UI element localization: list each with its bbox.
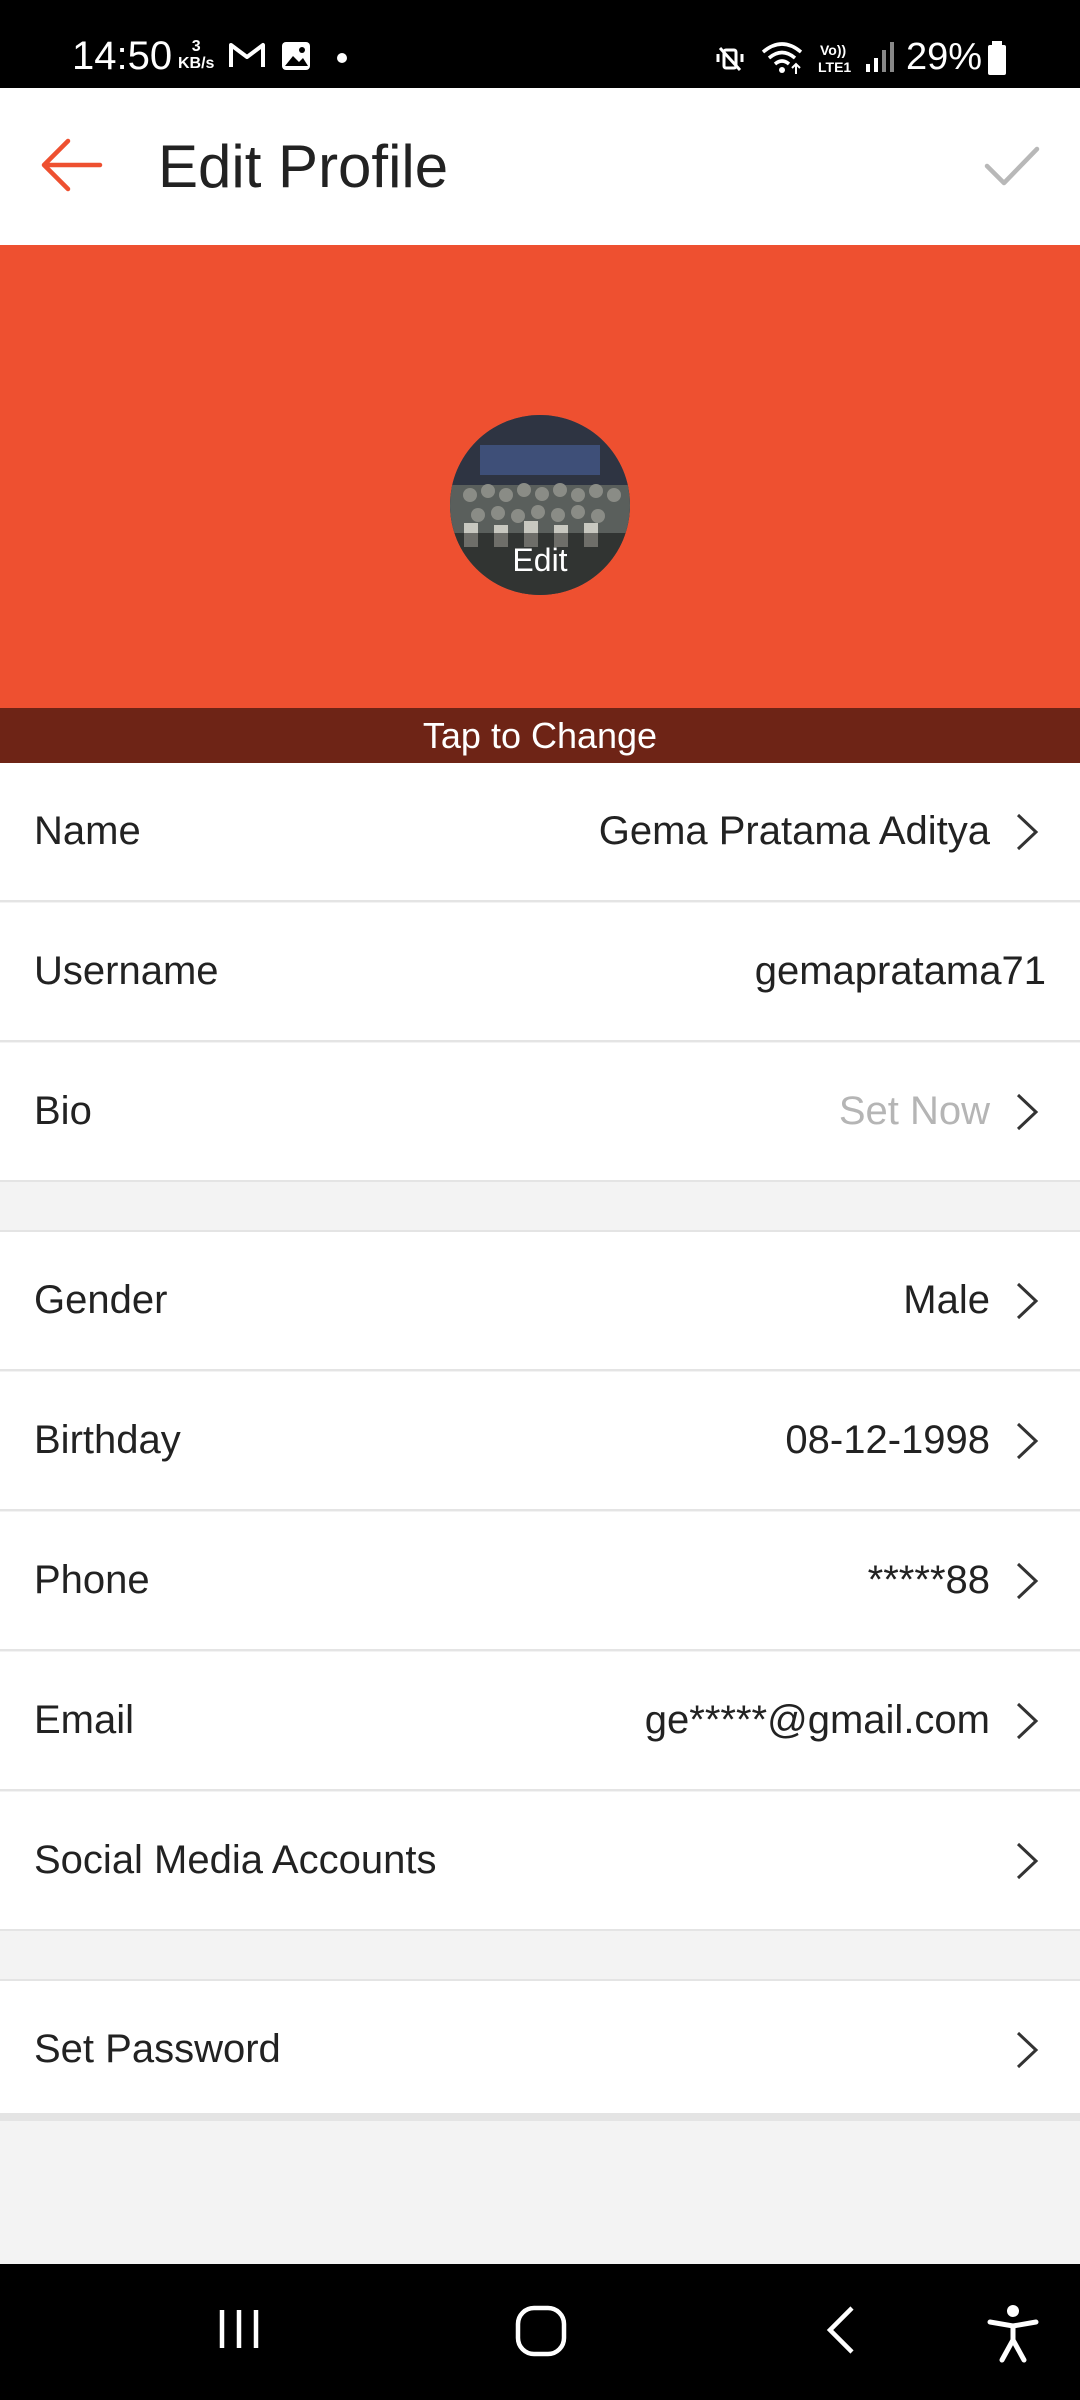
- section-divider: [0, 1931, 1080, 1981]
- status-time: 14:50: [72, 34, 173, 78]
- chevron-right-icon: [1016, 1422, 1039, 1460]
- row-value: ge*****@gmail.com: [644, 1698, 990, 1742]
- svg-text:LTE1: LTE1: [818, 59, 851, 75]
- row-label: Username: [34, 949, 219, 993]
- system-nav-bar: [0, 2264, 1080, 2400]
- battery-icon: [988, 41, 1006, 75]
- chevron-right-icon: [1016, 1702, 1039, 1740]
- row-value: *****88: [867, 1558, 990, 1602]
- chevron-right-icon: [1016, 1562, 1039, 1600]
- row-name[interactable]: Name Gema Pratama Aditya: [0, 763, 1080, 902]
- accessibility-icon[interactable]: [986, 2304, 1040, 2364]
- tap-to-change-banner[interactable]: Tap to Change: [0, 708, 1080, 763]
- chevron-right-icon: [1016, 2031, 1039, 2069]
- battery-percent: 29%: [906, 36, 983, 78]
- back-icon[interactable]: [822, 2304, 858, 2356]
- row-value: 08-12-1998: [785, 1418, 990, 1462]
- app-bar: Edit Profile: [0, 88, 1080, 245]
- row-label: Bio: [34, 1089, 92, 1133]
- avatar[interactable]: Edit: [450, 415, 630, 595]
- row-label: Gender: [34, 1278, 168, 1322]
- arrow-left-icon[interactable]: [38, 132, 104, 198]
- signal-icon: [866, 42, 894, 72]
- row-set-password[interactable]: Set Password: [0, 1981, 1080, 2121]
- row-label: Birthday: [34, 1418, 181, 1462]
- avatar-edit-label[interactable]: Edit: [450, 533, 630, 595]
- row-label: Set Password: [34, 2027, 281, 2071]
- row-phone[interactable]: Phone *****88: [0, 1512, 1080, 1651]
- volte-icon: Vo)) LTE1: [818, 42, 851, 75]
- row-gender[interactable]: Gender Male: [0, 1232, 1080, 1371]
- network-speed: 3 KB/s: [178, 38, 214, 72]
- row-bio[interactable]: Bio Set Now: [0, 1043, 1080, 1182]
- chevron-right-icon: [1016, 1093, 1039, 1131]
- network-speed-unit: KB/s: [178, 55, 215, 72]
- network-speed-value: 3: [191, 38, 201, 55]
- mute-icon: [716, 46, 744, 72]
- wifi-icon: [761, 42, 803, 74]
- row-value: Gema Pratama Aditya: [598, 809, 990, 853]
- dot-icon: [337, 53, 347, 63]
- row-label: Email: [34, 1698, 135, 1742]
- row-value-placeholder: Set Now: [838, 1089, 990, 1133]
- chevron-right-icon: [1016, 1842, 1039, 1880]
- row-value: Male: [903, 1278, 990, 1322]
- gallery-icon: [282, 42, 310, 70]
- svg-text:Vo)): Vo)): [820, 42, 846, 58]
- row-label: Name: [34, 809, 141, 853]
- row-username: Username gemapratama71: [0, 903, 1080, 1042]
- chevron-right-icon: [1016, 813, 1039, 851]
- recents-icon[interactable]: [214, 2304, 264, 2354]
- row-social-media-accounts[interactable]: Social Media Accounts: [0, 1792, 1080, 1931]
- status-bar: 14:50 3 KB/s Vo)) LTE1 29%: [0, 0, 1080, 88]
- gmail-icon: [229, 43, 265, 67]
- row-birthday[interactable]: Birthday 08-12-1998: [0, 1372, 1080, 1511]
- home-icon[interactable]: [514, 2304, 568, 2358]
- page-title: Edit Profile: [158, 133, 449, 200]
- chevron-right-icon: [1016, 1282, 1039, 1320]
- row-label: Phone: [34, 1558, 150, 1602]
- row-label: Social Media Accounts: [34, 1838, 437, 1882]
- row-value: gemapratama71: [754, 949, 1046, 993]
- row-email[interactable]: Email ge*****@gmail.com: [0, 1652, 1080, 1791]
- section-divider: [0, 1182, 1080, 1232]
- checkmark-icon[interactable]: [984, 144, 1040, 188]
